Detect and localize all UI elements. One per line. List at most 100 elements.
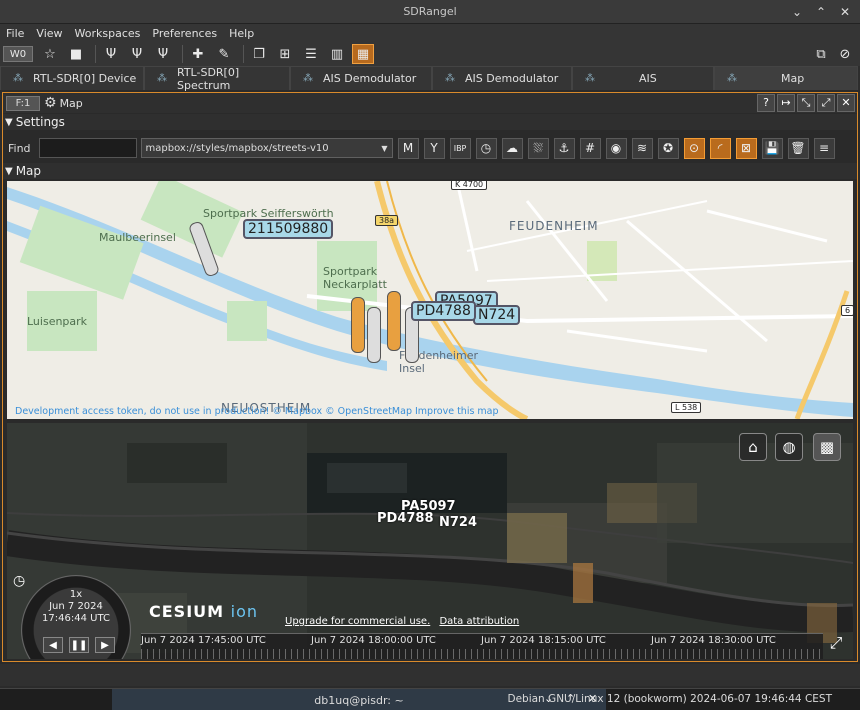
- window-title: SDRangel: [403, 5, 457, 18]
- maximize-window-icon[interactable]: ⤢: [817, 94, 835, 112]
- ibp-icon[interactable]: IBP: [449, 137, 471, 159]
- tab-rtlsdr-spectrum[interactable]: ⁂ RTL-SDR[0] Spectrum: [144, 66, 290, 92]
- map-attribution[interactable]: Development access token, do not use in …: [15, 406, 499, 417]
- menu-bar: File View Workspaces Preferences Help: [0, 24, 860, 42]
- animation-date: Jun 7 2024: [49, 601, 103, 612]
- road-badge: 6: [841, 305, 853, 316]
- minimize-icon[interactable]: ⌄: [788, 3, 806, 21]
- play-button[interactable]: ▶: [95, 637, 115, 653]
- save-icon[interactable]: 💾: [761, 137, 783, 159]
- timeline-bar[interactable]: Jun 7 2024 17:45:00 UTC Jun 7 2024 18:00…: [141, 633, 823, 659]
- feature-index-badge[interactable]: F:1: [6, 95, 40, 111]
- main-toolbar: W0 ☆ ■ Ψ Ψ Ψ ✚ ✎ ❐ ⊞ ☰ ▥ ▦ ⧉ ⊘: [0, 42, 860, 66]
- map-style-select[interactable]: mapbox://styles/mapbox/streets-v10 ▼: [140, 138, 393, 158]
- menu-preferences[interactable]: Preferences: [152, 27, 217, 40]
- stack-windows-icon[interactable]: ☰: [300, 44, 322, 64]
- settings-section-header[interactable]: ▼ Settings: [3, 114, 857, 130]
- map-3d-view[interactable]: PA5097 PD4788 N724 ⌂ ◍ ▩ ◷ 1x Jun 7 2024…: [7, 423, 853, 659]
- add-tx-device-icon[interactable]: Ψ: [126, 44, 148, 64]
- status-bar: [0, 664, 860, 686]
- map-label: Luisenpark: [27, 315, 88, 328]
- center-on-target-icon[interactable]: ⊙: [683, 137, 705, 159]
- satellite-icon[interactable]: ✪: [657, 137, 679, 159]
- cesium-logo[interactable]: CESIUM ion: [149, 602, 258, 621]
- home-icon[interactable]: ⌂: [739, 433, 767, 461]
- waves-icon[interactable]: ≋: [631, 137, 653, 159]
- pause-button[interactable]: ❚❚: [69, 637, 89, 653]
- stop-icon[interactable]: ■: [65, 44, 87, 64]
- star-icon[interactable]: ☆: [39, 44, 61, 64]
- antenna-icon[interactable]: Y: [423, 137, 445, 159]
- fullscreen-icon[interactable]: ⤢: [825, 633, 847, 655]
- map-2d-view[interactable]: Sportpark Seifferswörth Maulbeerinsel FE…: [7, 181, 853, 419]
- workspace-button[interactable]: W0: [3, 46, 33, 62]
- imagery-layer-icon[interactable]: ▩: [813, 433, 841, 461]
- add-mimo-device-icon[interactable]: Ψ: [152, 44, 174, 64]
- map-label: FEUDENHEIM: [509, 219, 599, 233]
- animation-widget: 1x Jun 7 2024 17:46:44 UTC ◀ ❚❚ ▶: [17, 569, 135, 659]
- menu-file[interactable]: File: [6, 27, 24, 40]
- sdrangel-window: SDRangel ⌄ ⌃ ✕ File View Workspaces Pref…: [0, 0, 860, 710]
- ais-vessel-label[interactable]: PD4788: [411, 301, 476, 321]
- arc-icon[interactable]: ◜: [709, 137, 731, 159]
- gear-icon[interactable]: ⚙: [44, 95, 57, 111]
- timeline-label: Jun 7 2024 17:45:00 UTC: [141, 635, 266, 646]
- feature-settings-icon[interactable]: ✎: [213, 44, 235, 64]
- hide-icon[interactable]: ⊘: [834, 44, 856, 64]
- reverse-play-button[interactable]: ◀: [43, 637, 63, 653]
- map-section-header[interactable]: ▼ Map: [3, 163, 857, 179]
- anchor-icon[interactable]: ⚓: [553, 137, 575, 159]
- menu-view[interactable]: View: [36, 27, 62, 40]
- radar-icon[interactable]: ◉: [605, 137, 627, 159]
- tab-ais[interactable]: ⁂ AIS: [572, 66, 714, 90]
- no-map-icon[interactable]: ⊠: [735, 137, 757, 159]
- ship-icon[interactable]: [351, 297, 365, 353]
- timeline-label: Jun 7 2024 18:15:00 UTC: [481, 635, 606, 646]
- menu-workspaces[interactable]: Workspaces: [75, 27, 141, 40]
- cloud-icon[interactable]: ☁: [501, 137, 523, 159]
- find-input[interactable]: [38, 138, 137, 158]
- map-provider-button[interactable]: M: [397, 137, 419, 159]
- ship-icon[interactable]: [387, 291, 401, 351]
- ais-vessel-label[interactable]: N724: [473, 305, 521, 325]
- sdr-icon: ⁂: [157, 73, 167, 84]
- ship-icon[interactable]: [367, 307, 381, 363]
- close-window-icon[interactable]: ✕: [837, 94, 855, 112]
- clock-icon[interactable]: ◷: [475, 137, 497, 159]
- maximize-icon[interactable]: ⌃: [812, 3, 830, 21]
- close-icon[interactable]: ✕: [836, 3, 854, 21]
- data-attribution-link[interactable]: Data attribution: [439, 616, 519, 627]
- stack-vertical-icon[interactable]: ▥: [326, 44, 348, 64]
- tab-ais-demodulator-1[interactable]: ⁂ AIS Demodulator: [290, 66, 432, 90]
- rain-icon[interactable]: ⛆: [527, 137, 549, 159]
- system-info: Debian GNU/Linux 12 (bookworm) 2024-06-0…: [507, 693, 833, 705]
- map-2d-background: [7, 181, 853, 419]
- tab-rtlsdr-device[interactable]: ⁂ RTL-SDR[0] Device: [0, 66, 144, 90]
- map-feature-window: F:1 ⚙ Map ? ↦ ⤡ ⤢ ✕ ▼ Settings Find mapb…: [2, 92, 858, 662]
- grid-icon[interactable]: #: [579, 137, 601, 159]
- globe-icon[interactable]: ◍: [775, 433, 803, 461]
- ais-vessel-label[interactable]: N724: [439, 515, 477, 530]
- menu-icon[interactable]: ≡: [813, 137, 835, 159]
- help-icon[interactable]: ?: [757, 94, 775, 112]
- auto-stack-icon[interactable]: ▦: [352, 44, 374, 64]
- menu-help[interactable]: Help: [229, 27, 254, 40]
- add-feature-icon[interactable]: ✚: [187, 44, 209, 64]
- upgrade-link[interactable]: Upgrade for commercial use.: [285, 616, 430, 627]
- shrink-icon[interactable]: ⤡: [797, 94, 815, 112]
- title-bar: SDRangel ⌄ ⌃ ✕: [0, 0, 860, 24]
- cascade-windows-icon[interactable]: ❐: [248, 44, 270, 64]
- tab-ais-demodulator-2[interactable]: ⁂ AIS Demodulator: [432, 66, 572, 90]
- sdr-icon: ⁂: [727, 73, 737, 84]
- ais-vessel-label[interactable]: PD4788: [377, 511, 434, 526]
- ais-vessel-label[interactable]: 211509880: [243, 219, 334, 239]
- tile-windows-icon[interactable]: ⊞: [274, 44, 296, 64]
- road-badge: L 538: [671, 402, 702, 413]
- tab-map[interactable]: ⁂ Map: [714, 66, 858, 90]
- terminal-title: db1uq@pisdr: ~: [314, 693, 404, 707]
- add-rx-device-icon[interactable]: Ψ: [100, 44, 122, 64]
- map-settings-row: Find mapbox://styles/mapbox/streets-v10 ▼…: [3, 135, 857, 161]
- move-to-workspace-icon[interactable]: ↦: [777, 94, 795, 112]
- undock-icon[interactable]: ⧉: [810, 44, 832, 64]
- delete-icon[interactable]: 🗑: [787, 137, 809, 159]
